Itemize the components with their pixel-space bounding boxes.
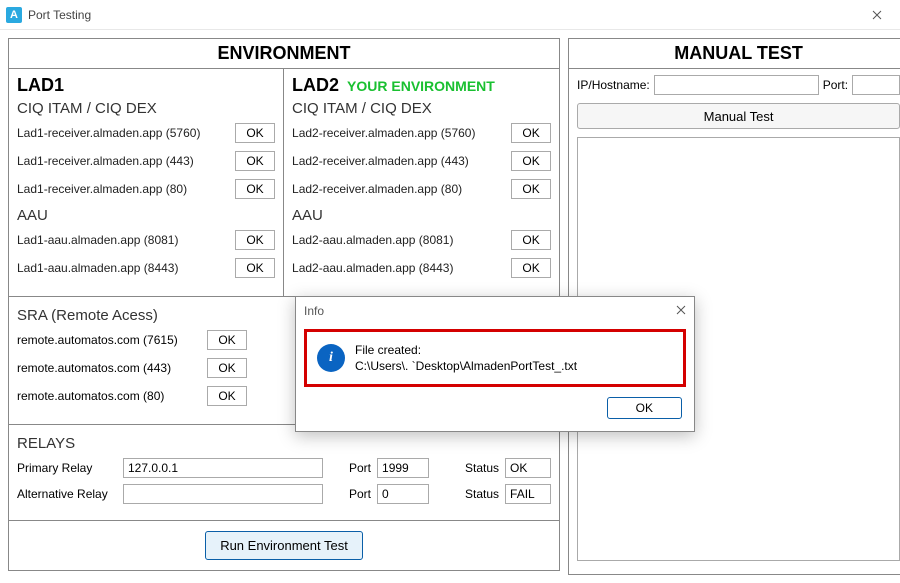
info-dialog-close-button[interactable] [676,304,686,318]
host-row: Lad2-aau.almaden.app (8443) OK [292,258,551,278]
info-dialog-title: Info [304,304,676,318]
primary-relay-label: Primary Relay [17,461,117,475]
status-box: OK [511,230,551,250]
host-address: Lad2-receiver.almaden.app (80) [292,182,511,196]
port-label: Port [349,487,371,501]
status-box: OK [235,230,275,250]
status-box: OK [207,386,247,406]
info-icon: i [317,344,345,372]
lad2-group-aau-label: AAU [292,207,551,224]
status-box: OK [207,358,247,378]
lad1-title: LAD1 [17,75,64,96]
status-box: OK [235,123,275,143]
run-environment-test-button[interactable]: Run Environment Test [205,531,363,560]
status-box: OK [511,258,551,278]
lad2-group-ciq-label: CIQ ITAM / CIQ DEX [292,100,551,117]
host-row: Lad2-receiver.almaden.app (443) OK [292,151,551,171]
host-row: Lad2-receiver.almaden.app (5760) OK [292,123,551,143]
lad1-column: LAD1 CIQ ITAM / CIQ DEX Lad1-receiver.al… [9,69,284,296]
primary-relay-port-input[interactable] [377,458,429,478]
relay-row-alternative: Alternative Relay Port Status FAIL [17,484,551,504]
status-box: OK [511,123,551,143]
status-box: OK [511,151,551,171]
primary-relay-host-input[interactable] [123,458,323,478]
status-box: OK [235,151,275,171]
status-label: Status [465,487,499,501]
lad1-group-ciq-label: CIQ ITAM / CIQ DEX [17,100,275,117]
host-row: Lad2-aau.almaden.app (8081) OK [292,230,551,250]
manual-port-input[interactable] [852,75,900,95]
host-address: Lad1-aau.almaden.app (8081) [17,233,235,247]
host-address: remote.automatos.com (443) [17,361,207,375]
host-address: Lad2-receiver.almaden.app (443) [292,154,511,168]
status-label: Status [465,461,499,475]
close-icon [676,305,686,315]
host-row: Lad1-receiver.almaden.app (80) OK [17,179,275,199]
window-title: Port Testing [28,8,91,22]
host-address: remote.automatos.com (80) [17,389,207,403]
host-address: Lad2-aau.almaden.app (8081) [292,233,511,247]
alternative-relay-label: Alternative Relay [17,487,117,501]
alternative-relay-port-input[interactable] [377,484,429,504]
window-close-button[interactable] [854,0,900,30]
host-row: Lad1-aau.almaden.app (8081) OK [17,230,275,250]
relays-section: RELAYS Primary Relay Port Status OK Alte… [9,425,559,521]
host-row: Lad1-receiver.almaden.app (5760) OK [17,123,275,143]
host-row: Lad2-receiver.almaden.app (80) OK [292,179,551,199]
info-dialog-message: File created: C:\Users\. `Desktop\Almade… [355,342,577,374]
port-label: Port [349,461,371,475]
ip-hostname-label: IP/Hostname: [577,78,650,92]
host-address: Lad1-receiver.almaden.app (80) [17,182,235,196]
window-titlebar: A Port Testing [0,0,900,30]
host-address: Lad1-receiver.almaden.app (443) [17,154,235,168]
primary-relay-status: OK [505,458,551,478]
alternative-relay-status: FAIL [505,484,551,504]
ip-hostname-input[interactable] [654,75,819,95]
lad1-group-aau-label: AAU [17,207,275,224]
host-address: Lad1-aau.almaden.app (8443) [17,261,235,275]
info-dialog-ok-button[interactable]: OK [607,397,682,419]
your-environment-badge: YOUR ENVIRONMENT [347,78,495,94]
close-icon [872,10,882,20]
relays-label: RELAYS [17,435,551,452]
manual-port-label: Port: [823,78,848,92]
info-dialog: Info i File created: C:\Users\. `Desktop… [295,296,695,432]
app-icon: A [6,7,22,23]
manual-test-header: MANUAL TEST [569,39,900,69]
host-address: Lad2-aau.almaden.app (8443) [292,261,511,275]
lad2-title: LAD2 [292,75,339,96]
manual-test-button[interactable]: Manual Test [577,103,900,129]
host-row: Lad1-aau.almaden.app (8443) OK [17,258,275,278]
lad2-column: LAD2 YOUR ENVIRONMENT CIQ ITAM / CIQ DEX… [284,69,559,296]
host-address: remote.automatos.com (7615) [17,333,207,347]
host-address: Lad2-receiver.almaden.app (5760) [292,126,511,140]
alternative-relay-host-input[interactable] [123,484,323,504]
status-box: OK [511,179,551,199]
status-box: OK [235,258,275,278]
environment-header: ENVIRONMENT [9,39,559,69]
host-address: Lad1-receiver.almaden.app (5760) [17,126,235,140]
host-row: Lad1-receiver.almaden.app (443) OK [17,151,275,171]
status-box: OK [207,330,247,350]
relay-row-primary: Primary Relay Port Status OK [17,458,551,478]
status-box: OK [235,179,275,199]
